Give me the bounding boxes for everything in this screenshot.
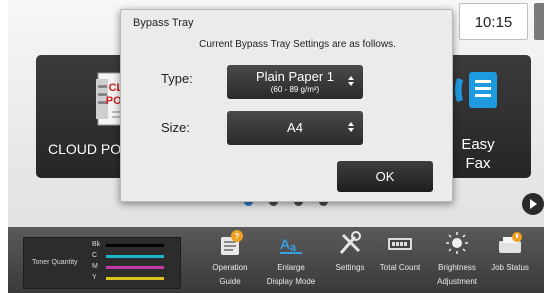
clock-display: 10:15 [459,3,528,40]
paper-type-weight: (60 - 89 g/m²) [270,85,320,94]
operation-guide-label-line1: Operation [212,263,248,272]
brightness-icon [446,232,468,254]
dialog-message: Current Bypass Tray Settings are as foll… [199,39,396,50]
enlarge-display-label: Enlarge Display Mode [259,261,323,289]
type-label: Type: [161,71,193,86]
side-panel-tab[interactable] [534,3,544,40]
paper-size-select[interactable]: A4 [227,111,363,145]
toner-row-bk: Bk [92,241,182,250]
enlarge-display-label-line2: Display Mode [266,277,316,286]
updown-arrow-icon [348,122,354,134]
toner-row-c: C [92,252,182,261]
enlarge-display-mode-button[interactable]: A a Enlarge Display Mode [259,229,323,289]
brightness-label-line2: Adjustment [436,277,478,286]
toner-letter: M [92,263,98,270]
operation-guide-icon: ? [221,230,243,255]
operation-guide-button[interactable]: ? Operation Guide [198,229,262,289]
total-count-button[interactable]: Total Count [368,229,432,275]
enlarge-display-label-line1: Enlarge [277,263,305,272]
size-label: Size: [161,120,190,135]
toner-letter: Bk [92,241,101,248]
toner-quantity-panel: Toner Quantity Bk C M Y [23,237,181,289]
toner-bar-cyan [106,255,164,258]
toner-quantity-label: Toner Quantity [32,259,78,266]
total-count-label: Total Count [379,263,421,272]
toner-letter: C [92,252,98,259]
toner-letter: Y [92,274,97,281]
toner-bar-magenta [106,266,164,269]
next-page-arrow-icon[interactable] [522,193,544,215]
operation-guide-label: Operation Guide [198,261,262,289]
job-status-label: Job Status [491,263,529,272]
bottom-toolbar: Toner Quantity Bk C M Y ? Operation Guid… [8,227,544,293]
toner-row-y: Y [92,274,182,283]
paper-type-select[interactable]: Plain Paper 1 (60 - 89 g/m²) [227,65,363,99]
updown-arrow-icon [348,76,354,88]
operation-guide-label-line2: Guide [219,277,241,286]
home-screen: 10:15 CLOUD PORTAL CLOUD POR Easy Fax [8,0,544,293]
job-status-button[interactable]: Job Status [478,229,542,275]
dialog-title: Bypass Tray [133,17,194,29]
counter-icon [388,238,412,250]
fax-icon [455,72,497,108]
settings-tools-icon [339,231,361,254]
job-status-icon [499,232,522,253]
svg-text:?: ? [235,232,240,241]
toner-bar-yellow [106,277,164,280]
toner-row-m: M [92,263,182,272]
enlarge-display-icon: A a [280,236,302,254]
paper-type-value: Plain Paper 1 [255,69,335,84]
svg-text:A: A [280,236,290,252]
brightness-label-line1: Brightness [438,263,476,272]
paper-size-value: A4 [287,120,303,135]
toner-bar-black [106,244,164,247]
bypass-tray-dialog: Bypass Tray Current Bypass Tray Settings… [120,9,453,202]
ok-button[interactable]: OK [337,161,433,192]
cloud-portal-label: CLOUD POR [48,141,132,157]
